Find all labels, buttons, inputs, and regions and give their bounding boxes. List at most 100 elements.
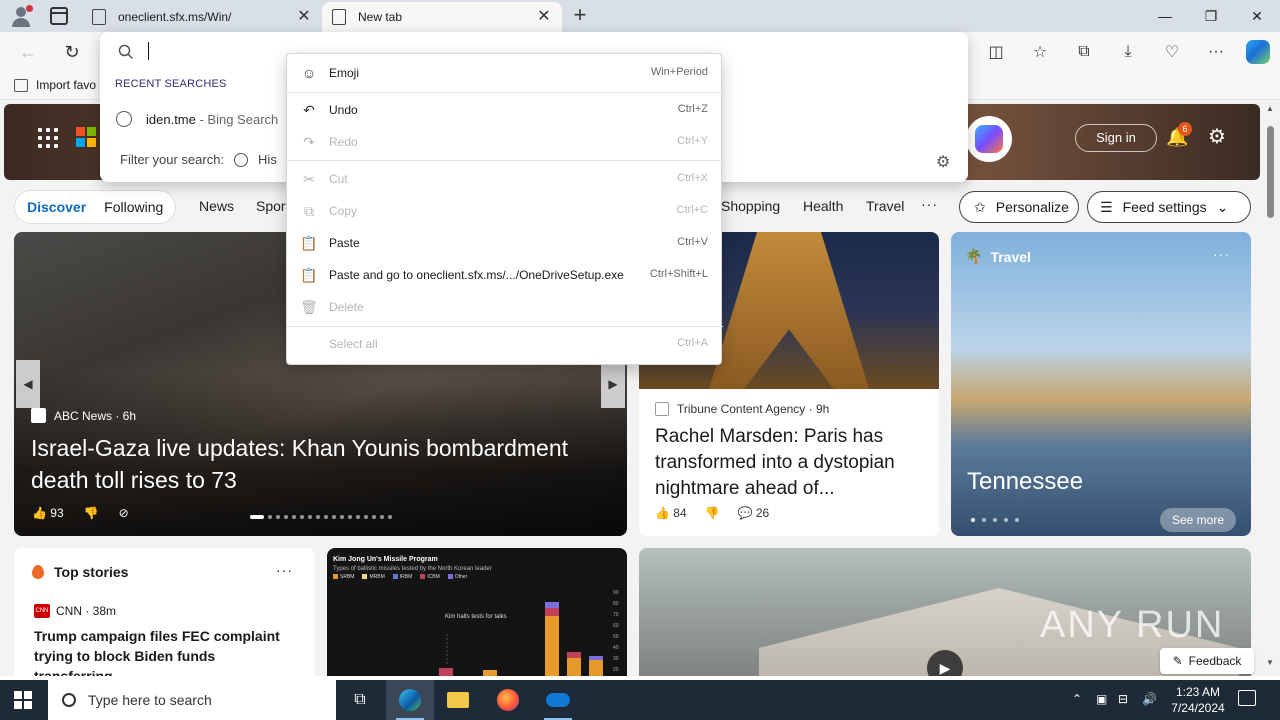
menu-item-redo[interactable]: ↷ Redo Ctrl+Y [287,127,723,157]
menu-item-cut[interactable]: ✂ Cut Ctrl+X [287,164,723,194]
address-input[interactable] [148,42,149,60]
like-count: 84 [673,506,687,520]
chevron-up-icon[interactable]: ⌃ [1072,692,1082,706]
page-scrollbar[interactable]: ▲ ▼ [1262,100,1280,676]
recent-search-item[interactable]: iden.tme - Bing Search [100,104,290,134]
collections-icon[interactable]: ⧉ [1072,40,1096,64]
network-icon[interactable]: ⊟ [1118,692,1128,706]
nav-health[interactable]: Health [803,198,843,214]
scroll-up-icon[interactable]: ▲ [1266,104,1274,113]
legend-srbm: SRBM [340,574,355,580]
nav-sports[interactable]: Spor [256,198,286,214]
see-more-button[interactable]: See more [1160,508,1236,532]
clock-date: 7/24/2024 [1171,701,1225,715]
profile-icon[interactable] [10,5,33,27]
menu-item-paste-and-go[interactable]: 📋 Paste and go to oneclient.sfx.ms/.../O… [287,260,723,290]
system-clock[interactable]: 1:23 AM 7/24/2024 [1160,684,1236,716]
story-headline[interactable]: Rachel Marsden: Paris has transformed in… [655,424,927,502]
nav-news[interactable]: News [199,198,234,214]
category-label: Travel [990,248,1031,265]
back-button[interactable]: ← [14,38,42,66]
legend-irbm: IRBM [399,574,413,580]
menu-item-delete[interactable]: 🗑 Delete [287,292,723,322]
close-window-button[interactable]: ✕ [1234,0,1280,32]
tab-new-tab[interactable]: New tab ✕ [322,2,562,32]
menu-item-paste[interactable]: 📋 Paste Ctrl+V [287,228,723,258]
tab-label: New tab [358,10,403,24]
nav-travel[interactable]: Travel [866,198,904,214]
sign-in-button[interactable]: Sign in [1075,124,1157,152]
nav-more[interactable]: ··· [921,196,938,212]
restore-button[interactable]: ❐ [1188,0,1234,32]
tab-label: oneclient.sfx.ms/Win/ [118,10,232,24]
carousel-next-button[interactable]: ▶ [601,360,625,408]
carousel-prev-button[interactable]: ◀ [16,360,40,408]
history-icon[interactable] [234,152,249,167]
filter-history[interactable]: His [258,152,277,167]
menu-item-select-all[interactable]: Select all Ctrl+A [287,329,723,359]
dislike-icon[interactable]: 👎 [705,506,720,520]
like-button[interactable]: 👍 93 [32,506,64,520]
menu-item-copy[interactable]: ⧉ Copy Ctrl+C [287,196,723,226]
volume-icon[interactable]: 🔊 [1142,692,1157,706]
copilot-button[interactable] [966,116,1012,162]
taskbar-file-explorer[interactable] [434,680,482,720]
page-icon [92,9,106,25]
comment-button[interactable]: 💬 26 [738,506,770,520]
import-favorites-button[interactable]: Import favo [14,78,96,92]
card-more-button[interactable]: ··· [276,562,293,578]
feedback-icon: ✎ [1172,654,1183,668]
close-icon[interactable]: ✕ [536,9,552,25]
downloads-icon[interactable]: ⤓ [1116,40,1140,64]
meet-now-icon[interactable]: ▣ [1096,692,1107,706]
travel-card[interactable]: 🌴 Travel ··· Tennessee See more [951,232,1251,536]
feed-settings-button[interactable]: ☰ Feed settings ⌄ [1087,191,1251,223]
nav-shopping[interactable]: Shopping [721,198,780,214]
abc-news-logo [31,408,46,423]
new-tab-button[interactable]: + [568,3,592,27]
menu-label: Cut [329,172,348,186]
task-view-button[interactable]: ⧉ [336,680,384,720]
like-button[interactable]: 👍 84 [655,506,687,520]
dislike-icon[interactable]: 👎 [84,506,99,520]
gear-icon[interactable]: ⚙ [1206,126,1228,148]
story-headline[interactable]: Trump campaign files FEC complaint tryin… [34,626,302,676]
hide-story-icon[interactable]: ⊘ [119,506,129,520]
tab-actions-icon[interactable] [50,7,68,25]
cut-icon: ✂ [303,170,315,187]
minimize-button[interactable]: — [1142,0,1188,32]
browser-essentials-icon[interactable]: ♡ [1160,40,1184,64]
import-icon [14,78,28,92]
taskbar-edge[interactable] [386,680,434,720]
paste-icon: 📋 [300,234,318,251]
notification-center-icon[interactable] [1238,690,1256,706]
copilot-icon[interactable] [1246,40,1270,64]
taskbar-onedrive[interactable] [534,680,582,720]
gear-icon[interactable]: ⚙ [936,152,950,172]
feedback-button[interactable]: ✎ Feedback [1160,648,1254,674]
scroll-down-icon[interactable]: ▼ [1266,658,1274,667]
clock-time: 1:23 AM [1175,685,1221,699]
source-label: CNN · 38m [56,604,117,618]
card-more-button[interactable]: ··· [1213,246,1230,262]
taskbar-firefox[interactable] [484,680,532,720]
missile-program-card[interactable]: Kim Jong Un's Missile Program Types of b… [327,548,627,676]
tab-following[interactable]: Following [104,199,163,215]
scroll-thumb[interactable] [1267,126,1274,218]
close-icon[interactable]: ✕ [296,9,312,25]
more-menu-icon[interactable]: ··· [1204,40,1228,64]
favorites-icon[interactable]: ☆ [1028,40,1052,64]
taskbar-search[interactable]: Type here to search [48,680,336,720]
menu-item-emoji[interactable]: ☺ Emoji Win+Period [287,58,723,88]
title-bar: oneclient.sfx.ms/Win/ ✕ New tab ✕ + — ❐ … [0,0,1280,32]
menu-item-undo[interactable]: ↶ Undo Ctrl+Z [287,95,723,125]
personalize-button[interactable]: ✩ Personalize [959,191,1079,223]
recent-detail: - Bing Search [195,111,279,127]
story-headline[interactable]: Israel-Gaza live updates: Khan Younis bo… [31,432,611,496]
refresh-button[interactable]: ↻ [58,38,86,66]
tab-discover[interactable]: Discover [27,199,86,215]
start-button[interactable] [14,691,32,709]
tab-oneclient[interactable]: oneclient.sfx.ms/Win/ ✕ [82,2,322,32]
split-screen-icon[interactable]: ◫ [984,40,1008,64]
app-launcher-icon[interactable] [38,128,58,148]
